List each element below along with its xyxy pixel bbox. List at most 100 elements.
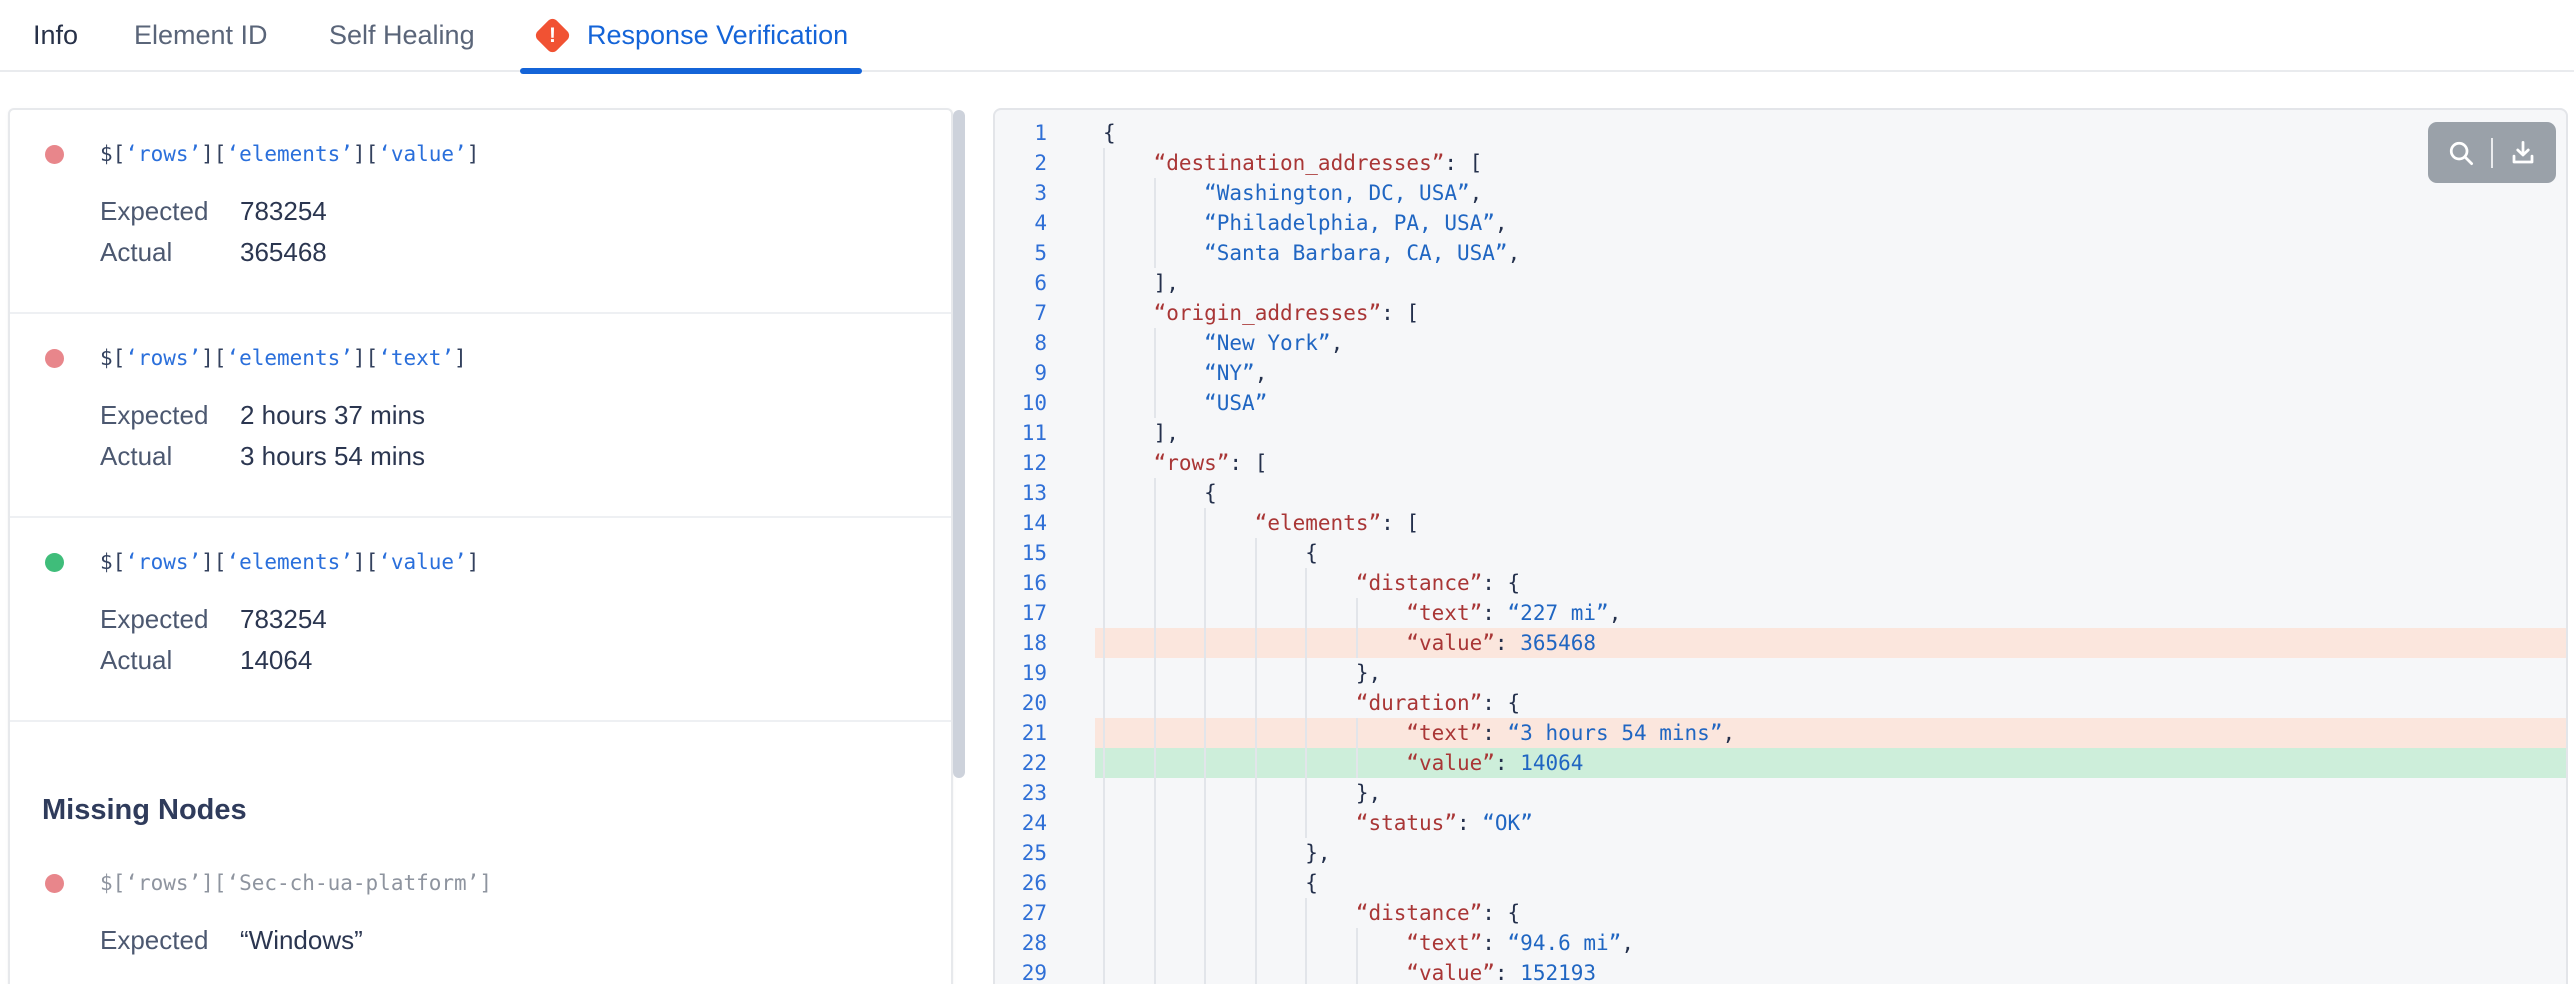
code-line: 8“New York”,	[995, 328, 2566, 358]
code-line: 3“Washington, DC, USA”,	[995, 178, 2566, 208]
tabbar-separator	[0, 70, 2574, 72]
code-line: 21“text”: “3 hours 54 mins”,	[995, 718, 2566, 748]
code-line: 20“duration”: {	[995, 688, 2566, 718]
code-line: 23},	[995, 778, 2566, 808]
line-number: 16	[995, 568, 1047, 598]
line-number: 10	[995, 388, 1047, 418]
panel-scrollbar-thumb[interactable]	[953, 110, 965, 778]
line-number: 6	[995, 268, 1047, 298]
line-number: 23	[995, 778, 1047, 808]
response-verification-panel: $[‘rows’][‘elements’][‘value’] Expected …	[8, 108, 953, 984]
actual-value: 14064	[240, 645, 312, 676]
line-number: 25	[995, 838, 1047, 868]
line-number: 3	[995, 178, 1047, 208]
download-icon[interactable]	[2507, 137, 2539, 169]
code-line: 15{	[995, 538, 2566, 568]
tab-label: Element ID	[134, 20, 268, 51]
response-json-viewer: 1{2“destination_addresses”: [3“Washingto…	[993, 108, 2568, 984]
tab-self-healing[interactable]: Self Healing	[329, 0, 475, 70]
code-line: 28“text”: “94.6 mi”,	[995, 928, 2566, 958]
line-number: 2	[995, 148, 1047, 178]
code-line: 25},	[995, 838, 2566, 868]
code-line: 12“rows”: [	[995, 448, 2566, 478]
line-number: 8	[995, 328, 1047, 358]
status-dot-fail	[45, 349, 64, 368]
code-toolbar	[2428, 122, 2556, 183]
code-line: 18“value”: 365468	[995, 628, 2566, 658]
json-path: $[‘rows’][‘Sec-ch-ua-platform’]	[100, 871, 492, 895]
code-line: 6],	[995, 268, 2566, 298]
line-number: 1	[995, 118, 1047, 148]
tab-label: Info	[33, 20, 78, 51]
actual-label: Actual	[100, 441, 240, 472]
line-number: 7	[995, 298, 1047, 328]
line-number: 14	[995, 508, 1047, 538]
code-line: 14“elements”: [	[995, 508, 2566, 538]
code-line: 17“text”: “227 mi”,	[995, 598, 2566, 628]
code-line: 11],	[995, 418, 2566, 448]
line-number: 28	[995, 928, 1047, 958]
code-line: 10“USA”	[995, 388, 2566, 418]
code-line: 13{	[995, 478, 2566, 508]
toolbar-divider	[2491, 138, 2493, 168]
expected-value: 2 hours 37 mins	[240, 400, 425, 431]
code-line: 16“distance”: {	[995, 568, 2566, 598]
code-line: 9“NY”,	[995, 358, 2566, 388]
line-number: 18	[995, 628, 1047, 658]
line-number: 24	[995, 808, 1047, 838]
actual-label: Actual	[100, 645, 240, 676]
line-number: 27	[995, 898, 1047, 928]
code-line: 27“distance”: {	[995, 898, 2566, 928]
line-number: 11	[995, 418, 1047, 448]
actual-value: 365468	[240, 237, 327, 268]
expected-label: Expected	[100, 400, 240, 431]
verification-item: $[‘rows’][‘elements’][‘text’] Expected 2…	[10, 314, 951, 518]
code-line: 1{	[995, 118, 2566, 148]
line-number: 9	[995, 358, 1047, 388]
status-dot-fail	[45, 874, 64, 893]
code-line: 19},	[995, 658, 2566, 688]
expected-value: “Windows”	[240, 925, 363, 956]
code-line: 22“value”: 14064	[995, 748, 2566, 778]
actual-value: 3 hours 54 mins	[240, 441, 425, 472]
search-icon[interactable]	[2445, 137, 2477, 169]
tab-element-id[interactable]: Element ID	[134, 0, 268, 70]
expected-value: 783254	[240, 196, 327, 227]
code-line: 26{	[995, 868, 2566, 898]
json-path: $[‘rows’][‘elements’][‘value’]	[100, 142, 479, 166]
missing-node-item: $[‘rows’][‘Sec-ch-ua-platform’] Expected…	[10, 827, 951, 984]
expected-label: Expected	[100, 925, 240, 956]
line-number: 12	[995, 448, 1047, 478]
code-line: 24“status”: “OK”	[995, 808, 2566, 838]
actual-label: Actual	[100, 237, 240, 268]
tab-label: Self Healing	[329, 20, 475, 51]
verification-item: $[‘rows’][‘elements’][‘value’] Expected …	[10, 110, 951, 314]
json-path: $[‘rows’][‘elements’][‘text’]	[100, 346, 467, 370]
alert-icon: !	[533, 16, 571, 54]
code-line: 4“Philadelphia, PA, USA”,	[995, 208, 2566, 238]
json-path: $[‘rows’][‘elements’][‘value’]	[100, 550, 479, 574]
code-line: 29“value”: 152193	[995, 958, 2566, 984]
line-number: 5	[995, 238, 1047, 268]
expected-value: 783254	[240, 604, 327, 635]
status-dot-fail	[45, 145, 64, 164]
code-line: 2“destination_addresses”: [	[995, 148, 2566, 178]
line-number: 19	[995, 658, 1047, 688]
line-number: 15	[995, 538, 1047, 568]
tab-response-verification[interactable]: ! Response Verification	[520, 0, 862, 70]
tab-info[interactable]: Info	[33, 0, 78, 70]
missing-nodes-heading: Missing Nodes	[42, 794, 951, 827]
line-number: 26	[995, 868, 1047, 898]
line-number: 13	[995, 478, 1047, 508]
line-number: 17	[995, 598, 1047, 628]
status-dot-pass	[45, 553, 64, 572]
expected-label: Expected	[100, 604, 240, 635]
tab-label: Response Verification	[587, 20, 848, 51]
tab-bar: Info Element ID Self Healing! Response Veri…	[0, 0, 2574, 72]
line-number: 21	[995, 718, 1047, 748]
line-number: 22	[995, 748, 1047, 778]
code-line: 7“origin_addresses”: [	[995, 298, 2566, 328]
line-number: 4	[995, 208, 1047, 238]
expected-label: Expected	[100, 196, 240, 227]
line-number: 29	[995, 958, 1047, 984]
